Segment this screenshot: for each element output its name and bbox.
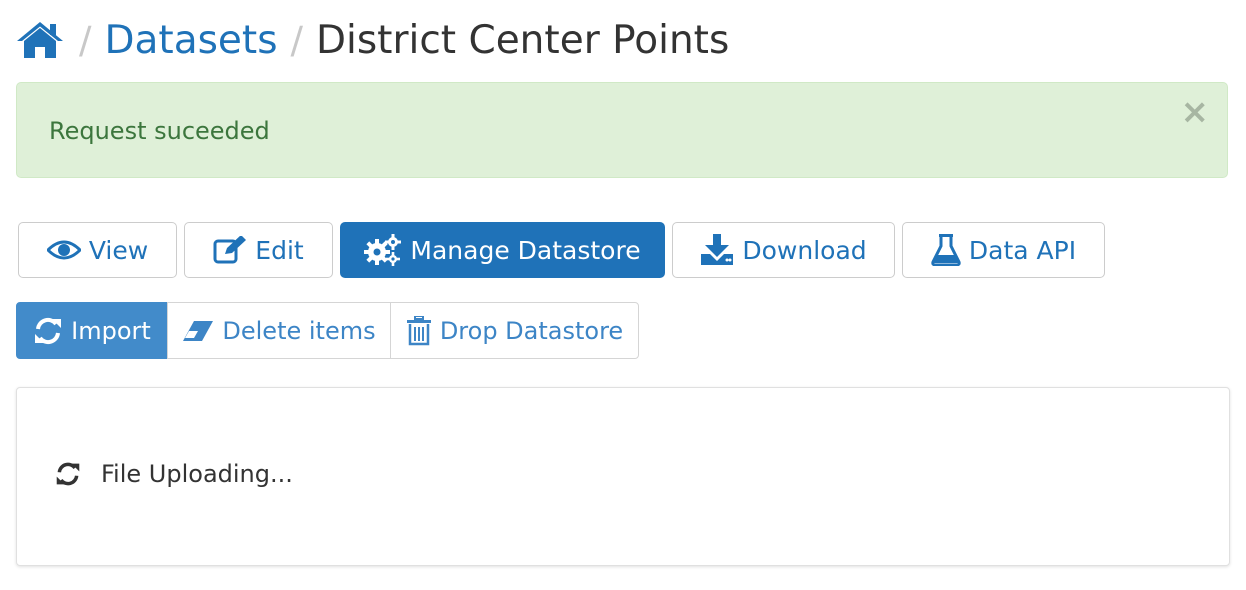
delete-items-button-label: Delete items xyxy=(222,316,376,345)
view-button[interactable]: View xyxy=(18,222,177,278)
home-icon xyxy=(17,22,63,58)
download-button-label: Download xyxy=(742,235,867,265)
import-button[interactable]: Import xyxy=(16,302,168,359)
manage-datastore-button[interactable]: Manage Datastore xyxy=(340,222,665,278)
page: / Datasets / District Center Points Requ… xyxy=(0,0,1246,590)
data-api-button-label: Data API xyxy=(968,235,1077,265)
datastore-action-group: Import Delete items Drop Datastore xyxy=(16,302,639,359)
edit-icon xyxy=(213,236,247,264)
breadcrumb-separator: / xyxy=(290,18,303,62)
drop-datastore-button[interactable]: Drop Datastore xyxy=(390,302,639,359)
manage-datastore-button-label: Manage Datastore xyxy=(410,235,641,265)
upload-status-panel: File Uploading... xyxy=(16,387,1230,566)
edit-button-label: Edit xyxy=(255,235,304,265)
close-icon[interactable]: × xyxy=(1181,95,1210,129)
flask-icon xyxy=(931,234,961,266)
refresh-icon xyxy=(56,462,80,486)
view-button-label: View xyxy=(88,235,149,265)
status-text: File Uploading... xyxy=(101,460,293,488)
breadcrumb: / Datasets / District Center Points xyxy=(16,12,729,68)
home-link[interactable] xyxy=(16,16,66,64)
data-api-button[interactable]: Data API xyxy=(902,222,1105,278)
eye-icon xyxy=(46,240,81,260)
eraser-icon xyxy=(183,320,214,341)
download-button[interactable]: Download xyxy=(672,222,895,278)
download-icon xyxy=(701,234,734,265)
breadcrumb-separator: / xyxy=(79,18,92,62)
drop-datastore-button-label: Drop Datastore xyxy=(439,316,624,345)
import-button-label: Import xyxy=(71,316,151,345)
alert-message: Request suceeded xyxy=(49,117,270,145)
trash-icon xyxy=(406,315,431,345)
refresh-icon xyxy=(35,317,62,344)
upload-status: File Uploading... xyxy=(55,460,293,488)
edit-button[interactable]: Edit xyxy=(184,222,333,278)
success-alert: Request suceeded × xyxy=(16,82,1228,178)
page-title: District Center Points xyxy=(315,17,730,63)
delete-items-button[interactable]: Delete items xyxy=(167,302,391,359)
gears-icon xyxy=(364,234,402,266)
breadcrumb-datasets-link[interactable]: Datasets xyxy=(104,18,277,63)
